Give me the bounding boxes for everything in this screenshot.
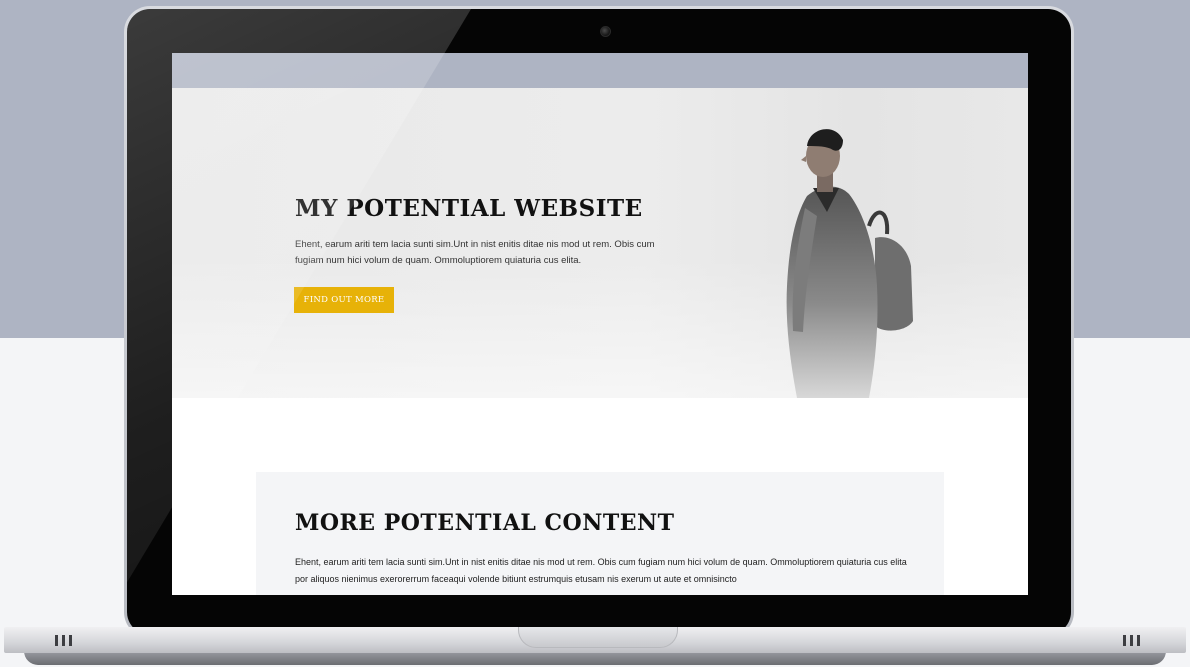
content-title: MORE POTENTIAL CONTENT: [295, 510, 675, 536]
hero-person-image: [786, 129, 913, 398]
lid-opening-notch: [518, 627, 678, 648]
website-screen: MY POTENTIAL WEBSITE Ehent, earum ariti …: [172, 53, 1028, 595]
content-description: Ehent, earum ariti tem lacia sunti sim.U…: [295, 557, 907, 584]
screen-bezel: MY POTENTIAL WEBSITE Ehent, earum ariti …: [127, 9, 1071, 635]
laptop-base: [0, 627, 1190, 667]
site-top-bar: [172, 53, 1028, 88]
camera-icon: [600, 26, 611, 37]
vent-icon-left: [55, 635, 72, 646]
hero-title: MY POTENTIAL WEBSITE: [295, 195, 643, 222]
hero-description: Ehent, earum ariti tem lacia sunti sim.U…: [295, 239, 655, 266]
hero-section: MY POTENTIAL WEBSITE Ehent, earum ariti …: [172, 88, 1028, 398]
base-shadow-edge: [24, 651, 1166, 665]
find-out-more-button[interactable]: FIND OUT MORE: [294, 287, 394, 313]
vent-icon-right: [1123, 635, 1140, 646]
content-card: MORE POTENTIAL CONTENT Ehent, earum arit…: [256, 472, 944, 595]
laptop-lid: MY POTENTIAL WEBSITE Ehent, earum ariti …: [124, 6, 1074, 638]
